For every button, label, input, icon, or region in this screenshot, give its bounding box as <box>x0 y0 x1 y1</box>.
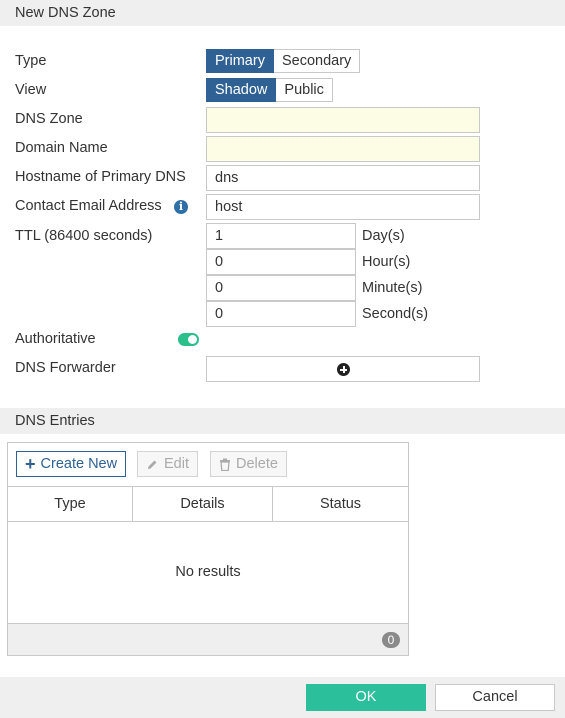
add-forwarder-button[interactable] <box>206 356 480 382</box>
type-secondary-option[interactable]: Secondary <box>273 49 361 73</box>
create-new-button[interactable]: + Create New <box>16 451 127 477</box>
cancel-button[interactable]: Cancel <box>435 684 555 711</box>
edit-button[interactable]: Edit <box>137 451 198 477</box>
ttl-label: TTL (86400 seconds) <box>15 228 153 244</box>
dns-entries-table: + Create New Edit Delete Type Details St… <box>7 442 409 656</box>
table-header: Type Details Status <box>8 486 408 522</box>
info-icon[interactable]: i <box>174 200 188 214</box>
authoritative-toggle[interactable] <box>178 333 199 346</box>
type-toggle: Primary Secondary <box>206 49 361 73</box>
dns-entries-title: DNS Entries <box>15 413 95 429</box>
domain-name-label: Domain Name <box>15 140 108 156</box>
view-public-option[interactable]: Public <box>276 78 333 102</box>
plus-icon: + <box>25 454 36 474</box>
pencil-icon <box>148 460 157 469</box>
ttl-minutes-unit: Minute(s) <box>362 280 423 296</box>
plus-circle-icon <box>337 363 350 376</box>
column-type[interactable]: Type <box>8 487 133 521</box>
ttl-minutes-input[interactable]: 0 <box>206 275 356 301</box>
ttl-seconds-unit: Second(s) <box>362 306 429 322</box>
contact-email-label: Contact Email Address <box>15 198 162 214</box>
dialog-title-text: New DNS Zone <box>15 5 116 21</box>
primary-dns-label: Hostname of Primary DNS <box>15 169 186 185</box>
domain-name-input[interactable] <box>206 136 480 162</box>
dns-forwarder-label: DNS Forwarder <box>15 360 116 376</box>
trash-icon <box>220 458 230 471</box>
view-label: View <box>15 82 47 98</box>
table-footer: 0 <box>8 623 408 655</box>
ttl-seconds-input[interactable]: 0 <box>206 301 356 327</box>
contact-email-input[interactable]: host <box>206 194 480 220</box>
ok-button[interactable]: OK <box>306 684 426 711</box>
type-primary-option[interactable]: Primary <box>206 49 274 73</box>
count-badge: 0 <box>382 632 400 648</box>
no-results-message: No results <box>175 564 241 580</box>
type-label: Type <box>15 53 47 69</box>
edit-label: Edit <box>164 456 189 472</box>
column-details[interactable]: Details <box>133 487 273 521</box>
ttl-hours-unit: Hour(s) <box>362 254 411 270</box>
ttl-hours-input[interactable]: 0 <box>206 249 356 275</box>
primary-dns-input[interactable]: dns <box>206 165 480 191</box>
ttl-days-unit: Day(s) <box>362 228 405 244</box>
dns-zone-input[interactable] <box>206 107 480 133</box>
create-new-label: Create New <box>40 456 118 472</box>
column-status[interactable]: Status <box>273 487 408 521</box>
delete-label: Delete <box>236 456 278 472</box>
view-toggle: Shadow Public <box>206 78 333 102</box>
authoritative-label: Authoritative <box>15 331 96 347</box>
view-shadow-option[interactable]: Shadow <box>206 78 277 102</box>
delete-button[interactable]: Delete <box>210 451 287 477</box>
dns-zone-label: DNS Zone <box>15 111 83 127</box>
ttl-days-input[interactable]: 1 <box>206 223 356 249</box>
dns-entries-header: DNS Entries <box>0 408 565 434</box>
dialog-footer: OK Cancel <box>0 677 565 718</box>
dialog-title: New DNS Zone <box>0 0 565 26</box>
